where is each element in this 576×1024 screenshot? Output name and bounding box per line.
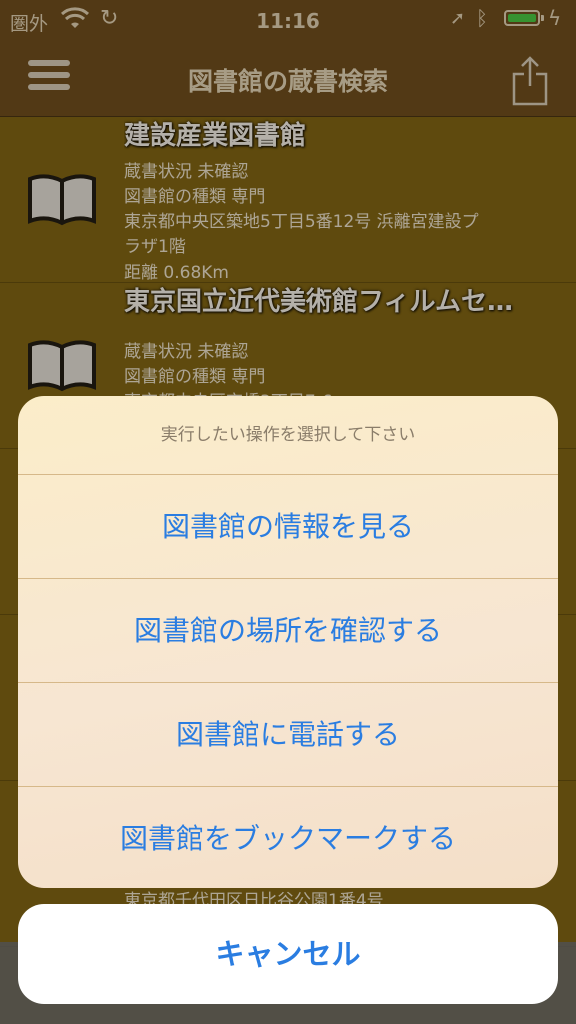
action-sheet: 実行したい操作を選択して下さい 図書館の情報を見る 図書館の場所を確認する 図書… — [18, 396, 558, 888]
call-library-button[interactable]: 図書館に電話する — [18, 683, 558, 787]
view-library-info-button[interactable]: 図書館の情報を見る — [18, 475, 558, 579]
cancel-button[interactable]: キャンセル — [18, 904, 558, 1004]
bookmark-library-button[interactable]: 図書館をブックマークする — [18, 787, 558, 888]
check-library-location-button[interactable]: 図書館の場所を確認する — [18, 579, 558, 683]
action-sheet-title: 実行したい操作を選択して下さい — [18, 396, 558, 475]
